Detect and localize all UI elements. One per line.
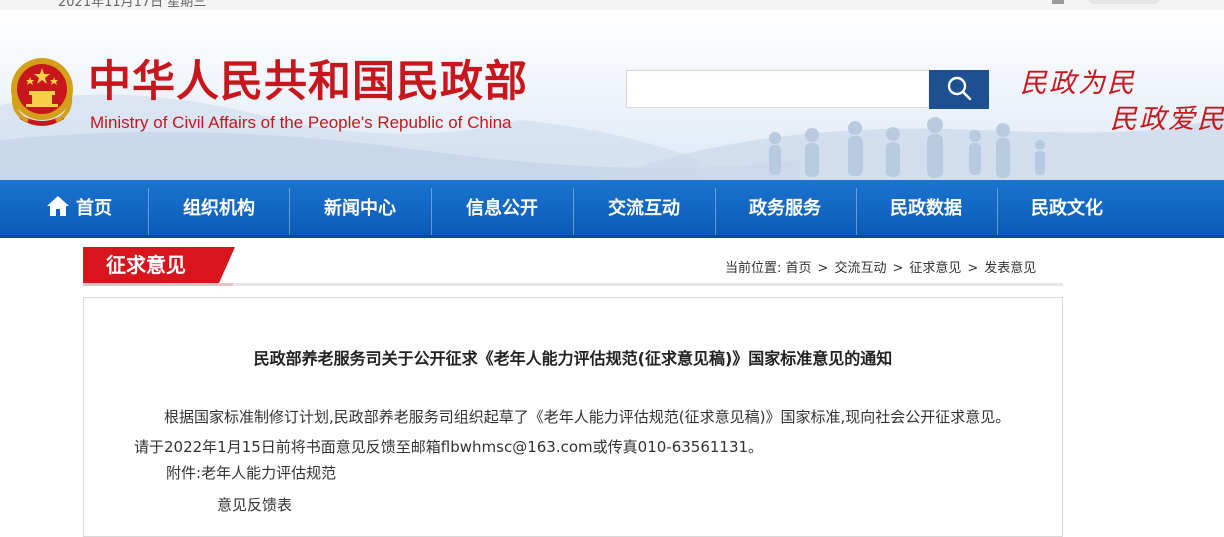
breadcrumb-home[interactable]: 首页	[786, 261, 812, 276]
header-banner: 中华人民共和国民政部 Ministry of Civil Affairs of …	[0, 10, 1224, 180]
site-name[interactable]: 中华人民共和国民政部	[88, 61, 528, 104]
nav-item-interaction[interactable]: 交流互动	[574, 180, 714, 235]
nav-item-news[interactable]: 新闻中心	[290, 180, 430, 235]
nav-item-data[interactable]: 民政数据	[856, 180, 996, 235]
toolbar-icon[interactable]	[1052, 0, 1064, 4]
main-nav: 首页 组织机构 新闻中心 信息公开 交流互动 政务服务 民政数据 民政文化	[0, 180, 1224, 238]
breadcrumb-consultation[interactable]: 征求意见	[909, 261, 961, 276]
attachment-link-assessment-spec[interactable]: 老年人能力评估规范	[201, 464, 336, 482]
home-icon	[47, 196, 69, 216]
article-box: 民政部养老服务司关于公开征求《老年人能力评估规范(征求意见稿)》国家标准意见的通…	[83, 297, 1063, 537]
breadcrumb-submit-opinion[interactable]: 发表意见	[984, 261, 1036, 276]
breadcrumb-separator: >	[892, 261, 904, 276]
top-strip: 2021年11月17日 星期三	[0, 0, 1224, 10]
breadcrumb-prefix: 当前位置:	[725, 261, 782, 276]
national-emblem-icon	[11, 58, 73, 126]
breadcrumb-separator: >	[817, 261, 829, 276]
nav-item-home[interactable]: 首页	[15, 180, 143, 235]
section-title-tip	[219, 247, 235, 283]
nav-item-info-disclosure[interactable]: 信息公开	[432, 180, 572, 235]
current-date: 2021年11月17日 星期三	[58, 0, 207, 10]
nav-label: 首页	[76, 198, 112, 219]
nav-divider	[148, 188, 149, 238]
site-name-english: Ministry of Civil Affairs of the People'…	[90, 113, 512, 132]
attachment-link-feedback-form[interactable]: 意见反馈表	[217, 494, 292, 515]
search-icon	[947, 76, 972, 101]
attachments: 附件:老年人能力评估规范	[166, 462, 336, 483]
breadcrumb-separator: >	[967, 261, 979, 276]
top-utility-pill[interactable]	[1088, 0, 1160, 4]
section-title: 征求意见	[83, 247, 219, 283]
nav-bottom-border	[0, 235, 1224, 238]
slogan-line-1: 民政为民	[1020, 68, 1136, 99]
breadcrumb: 当前位置: 首页 > 交流互动 > 征求意见 > 发表意见	[725, 257, 1036, 276]
nav-item-services[interactable]: 政务服务	[715, 180, 855, 235]
nav-item-culture[interactable]: 民政文化	[997, 180, 1137, 235]
breadcrumb-interaction[interactable]: 交流互动	[834, 261, 886, 276]
search-button[interactable]	[929, 70, 989, 109]
slogan-line-2: 民政爱民	[1110, 104, 1224, 135]
nav-item-organization[interactable]: 组织机构	[150, 180, 288, 235]
search-input[interactable]	[626, 70, 928, 108]
attachments-label: 附件:	[166, 464, 202, 482]
article-title: 民政部养老服务司关于公开征求《老年人能力评估规范(征求意见稿)》国家标准意见的通…	[253, 349, 893, 368]
article-body: 根据国家标准制修订计划,民政部养老服务司组织起草了《老年人能力评估规范(征求意见…	[134, 408, 1011, 456]
section-underline-accent	[83, 283, 233, 286]
